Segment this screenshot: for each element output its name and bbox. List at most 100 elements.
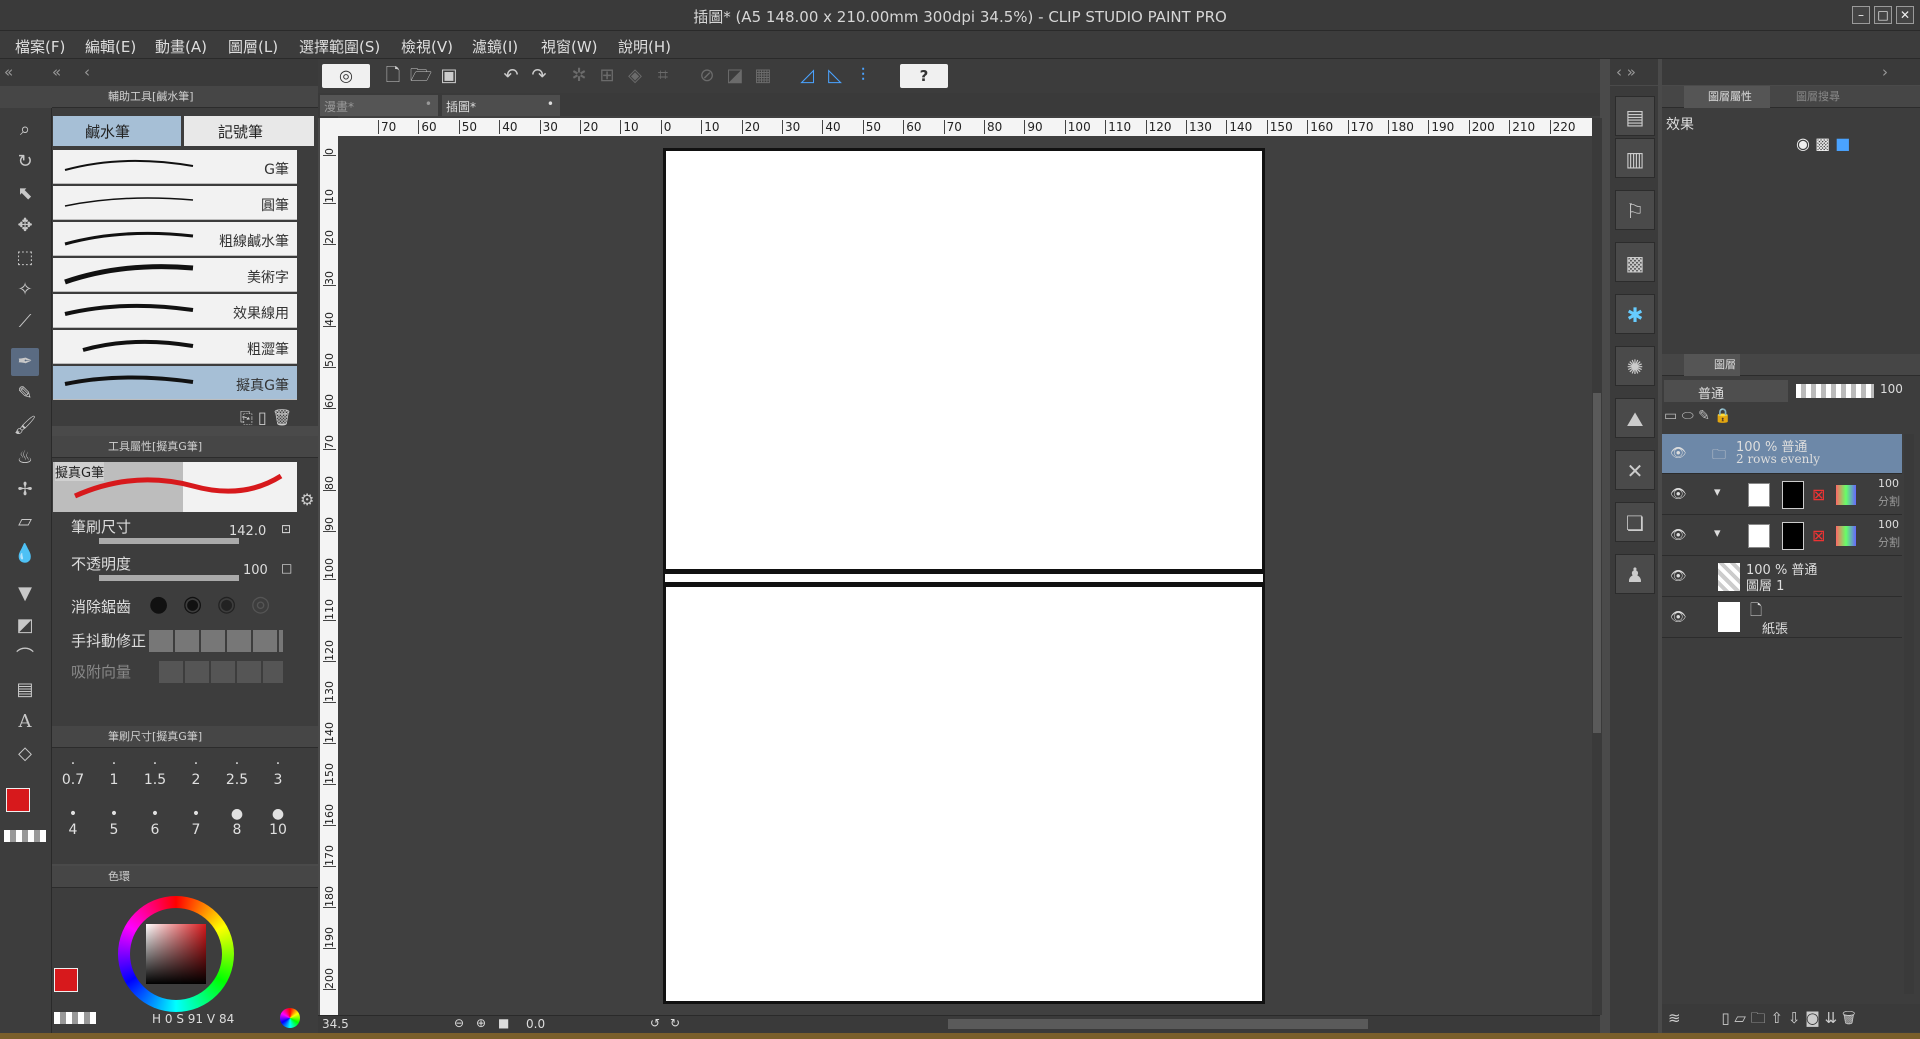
layer-opacity-value[interactable]: 100 [1880,382,1903,396]
lock-icon[interactable]: ⊡ [281,522,291,536]
opacity-row[interactable]: 不透明度 100 □ [53,553,297,589]
new-file-icon[interactable]: 🗋 [380,63,406,89]
merge-icon[interactable]: ⇊ [1825,1009,1838,1027]
help-icon[interactable]: ? [900,64,948,88]
brush-item-selected[interactable]: 擬真G筆 [53,366,297,400]
layer-menu-icon[interactable]: ≋ [1668,1009,1681,1027]
brush-settings-icon[interactable]: ⚙ [300,490,314,509]
eraser-icon[interactable]: ▱ [11,508,39,536]
layer-clip-icon[interactable]: ▭ [1664,408,1677,424]
main-color-swatch[interactable] [54,968,78,992]
menu-edit[interactable]: 編輯(E) [85,36,136,57]
tab-comic[interactable]: 漫畫* • [320,95,438,116]
brush-item[interactable]: 效果線用 [53,294,297,328]
layer-scrollbar[interactable] [1904,434,1914,994]
chevron-left-icon[interactable]: ‹ [84,63,90,81]
antialias-row[interactable]: 消除鋸齒 ● ◉ ◉ ◎ [53,590,297,626]
maximize-button[interactable]: □ [1874,6,1892,24]
navigator-icon[interactable]: ▤ [1615,96,1655,136]
move-down-icon[interactable]: ⇩ [1788,1009,1801,1027]
fill-bucket-icon[interactable]: ▼ [11,580,39,608]
raster-layer-row[interactable]: 👁 100 % 普通 圖層 1 [1662,557,1902,597]
canvas-frame-bottom[interactable] [663,584,1265,1004]
color-wheel[interactable] [118,896,234,1012]
close-button[interactable]: ✕ [1896,6,1914,24]
size-preset[interactable]: · 2.5 [217,756,257,806]
magic-wand-icon[interactable]: ✧ [11,276,39,304]
delete-layer-icon[interactable]: 🗑 [1842,1009,1856,1027]
material-tone-icon[interactable]: ▩ [1615,242,1655,282]
antialias-none-icon[interactable]: ● [149,592,168,617]
snap-vector-slider[interactable] [159,661,283,683]
clip-studio-icon[interactable]: ◎ [322,64,370,88]
canvas-frame-top[interactable] [663,148,1265,572]
scroll-thumb[interactable] [1593,393,1601,733]
airbrush-icon[interactable]: ♨ [11,444,39,472]
brush-item[interactable]: 美術字 [53,258,297,292]
open-file-icon[interactable]: 🗁 [408,63,434,89]
operation-tool-icon[interactable]: ⬉ [11,180,39,208]
minimize-button[interactable]: – [1852,6,1870,24]
fit-icon[interactable]: ■ [498,1016,509,1030]
crop-icon[interactable]: ⌗ [650,63,676,89]
opacity-value[interactable]: 100 [243,563,268,578]
eye-icon[interactable]: 👁 [1670,487,1687,503]
brush-item[interactable]: 粗線鹹水筆 [53,222,297,256]
dock-arrows[interactable]: ‹ » [1610,59,1658,85]
eye-icon[interactable]: 👁 [1670,569,1687,585]
opacity-toggle-icon[interactable]: □ [281,561,292,575]
clear-icon[interactable]: ✲ [566,63,592,89]
brush-item[interactable]: G筆 [53,150,297,184]
expand-icon[interactable]: ▾ [1714,485,1721,500]
snap-vector-row[interactable]: 吸附向量 [53,655,297,691]
brush-size-value[interactable]: 142.0 [229,524,266,539]
text-tool-icon[interactable]: A [11,708,39,736]
size-preset[interactable]: · 1 [94,756,134,806]
new-vector-layer-icon[interactable]: ▱ [1734,1009,1746,1027]
material-figure-icon[interactable]: ♟ [1615,554,1655,594]
main-color-swatch[interactable] [6,788,30,812]
size-preset[interactable]: · 1.5 [135,756,175,806]
layer-lock-icon[interactable]: 🔒 [1714,408,1731,424]
show-selection-icon[interactable]: ▦ [750,63,776,89]
brush-item[interactable]: 粗澀筆 [53,330,297,364]
move-up-icon[interactable]: ⇧ [1771,1009,1784,1027]
subtool-group-pen[interactable]: 鹹水筆 [53,116,181,146]
menu-file[interactable]: 檔案(F) [15,36,65,57]
material-image-icon[interactable]: ⛰ [1615,398,1655,438]
material-pattern-icon[interactable]: ✺ [1615,346,1655,386]
size-preset[interactable]: ● 10 [258,806,298,856]
antialias-strong-icon[interactable]: ◎ [251,592,270,617]
snap-special-ruler-icon[interactable]: ◺ [822,63,848,89]
menu-animation[interactable]: 動畫(A) [155,36,207,57]
new-subtool-icon[interactable]: ▯ [258,408,267,427]
layer-opacity-slider[interactable] [1796,384,1874,398]
undo-icon[interactable]: ↶ [498,63,524,89]
frame-layer-row[interactable]: 👁 ▾ ⊠ 100 分割 [1662,516,1902,556]
collapse-left-icon-2[interactable]: « [52,63,61,81]
opacity-slider[interactable] [99,575,239,581]
color-mode-icon[interactable] [280,1008,300,1028]
frame-layer-row[interactable]: 👁 ▾ ⊠ 100 分割 [1662,475,1902,515]
tab-close-icon[interactable]: • [425,97,432,111]
material-icon[interactable]: ⚐ [1615,190,1655,230]
antialias-weak-icon[interactable]: ◉ [183,592,202,617]
deselect-icon[interactable]: ⊘ [694,63,720,89]
stabilization-slider[interactable] [149,630,283,652]
size-preset[interactable]: · 0.7 [53,756,93,806]
zoom-out-icon[interactable]: ⊖ [454,1016,464,1030]
transparent-color-swatch[interactable] [54,1012,96,1024]
pencil-tool-icon[interactable]: ✎ [11,380,39,408]
sub-view-icon[interactable]: ▥ [1615,138,1655,178]
chevron-right-icon[interactable]: › [1662,59,1920,85]
material-bg-icon[interactable]: ❏ [1615,502,1655,542]
eye-icon[interactable]: 👁 [1670,610,1687,626]
invert-selection-icon[interactable]: ◪ [722,63,748,89]
snap-grid-icon[interactable]: ⫶ [850,63,876,89]
color-sv-square[interactable] [146,924,206,984]
menu-window[interactable]: 視窗(W) [541,36,598,57]
move-layer-icon[interactable]: ✥ [11,212,39,240]
menu-selection[interactable]: 選擇範圍(S) [299,36,380,57]
menu-layer[interactable]: 圖層(L) [228,36,278,57]
new-folder-icon[interactable]: 🗀 [1751,1009,1766,1027]
